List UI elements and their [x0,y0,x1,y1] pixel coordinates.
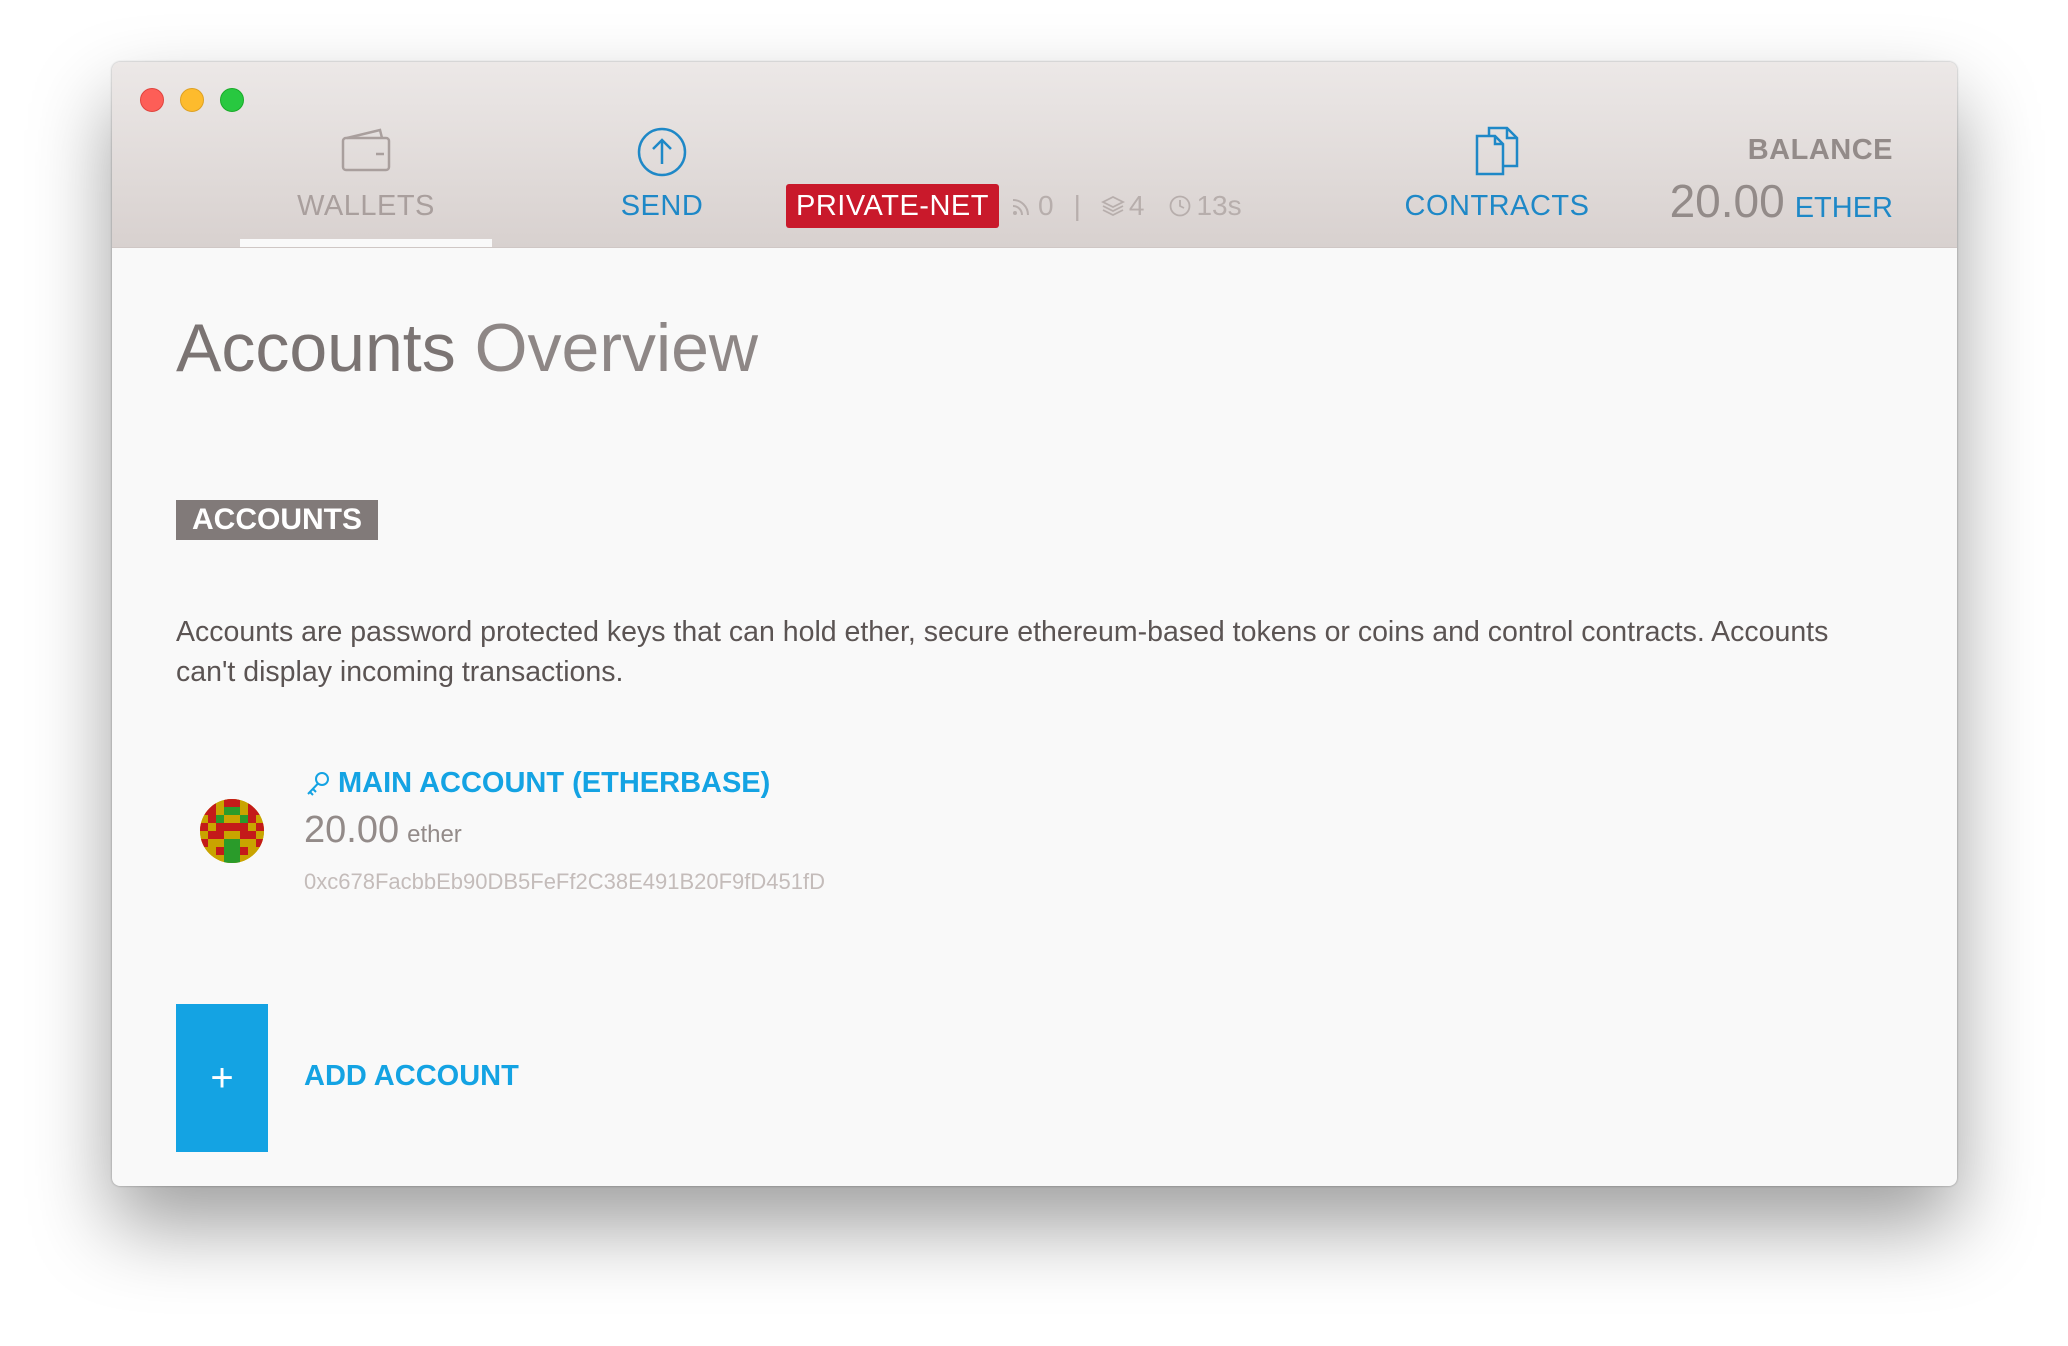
identicon-pattern [200,799,264,863]
nav-contracts[interactable]: CONTRACTS [1382,122,1612,247]
blocks-layers-icon [1100,195,1125,217]
nav-wallets-label: WALLETS [297,190,435,222]
total-balance: 20.00 ETHER [1670,174,1893,228]
stats-divider: | [1073,190,1081,221]
account-balance: 20.00 ether [304,809,462,852]
active-tab-indicator [240,239,492,247]
last-block-time: 13s [1168,186,1242,226]
nav-send[interactable]: SEND [592,122,732,247]
minimize-window-button[interactable] [180,88,204,112]
nav-contracts-label: CONTRACTS [1404,190,1590,222]
account-item[interactable]: MAIN ACCOUNT (ETHERBASE) 20.00 ether 0xc6… [176,767,1076,897]
balance-label: BALANCE [1747,134,1893,166]
block-count: 4 [1100,186,1145,226]
page-title-strong: Accounts [176,310,456,386]
clock-icon [1170,195,1191,217]
peer-count: 0 [1010,186,1054,226]
accounts-description: Accounts are password protected keys tha… [176,616,1829,688]
last-block-time-value: 13s [1196,190,1242,221]
network-badge: PRIVATE-NET [786,184,999,228]
account-balance-amount: 20.00 [304,809,400,851]
wallet-icon [341,128,391,172]
add-account-button[interactable]: + ADD ACCOUNT [176,1004,676,1152]
plus-icon[interactable]: + [176,1004,268,1152]
nav-wallets[interactable]: WALLETS [240,122,492,247]
accounts-section-heading: ACCOUNTS [176,500,378,540]
zoom-window-button[interactable] [220,88,244,112]
nav-send-label: SEND [620,190,704,222]
page-title-light: Overview [474,310,758,386]
top-bar: WALLETS SEND PRIVATE-NET 0 | 4 13s CONTR… [112,62,1957,248]
add-account-label[interactable]: ADD ACCOUNT [304,1060,519,1093]
account-identicon [200,799,264,863]
account-address: 0xc678FacbbEb90DB5FeFf2C38E491B20F9fD451… [304,869,825,894]
send-arrow-icon [637,127,687,177]
close-window-button[interactable] [140,88,164,112]
total-balance-unit[interactable]: ETHER [1795,192,1893,224]
network-stats: 0 | 4 13s [1010,186,1242,226]
key-icon [307,771,329,796]
peers-signal-icon [1012,199,1029,216]
total-balance-amount: 20.00 [1669,175,1785,227]
peer-count-value: 0 [1038,190,1054,221]
block-count-value: 4 [1128,190,1145,221]
page-title: Accounts Overview [176,309,758,387]
account-name[interactable]: MAIN ACCOUNT (ETHERBASE) [304,767,770,800]
contracts-documents-icon [1475,126,1519,176]
account-name-label: MAIN ACCOUNT (ETHERBASE) [338,767,771,799]
app-window: WALLETS SEND PRIVATE-NET 0 | 4 13s CONTR… [112,62,1957,1186]
account-balance-unit: ether [407,821,462,848]
